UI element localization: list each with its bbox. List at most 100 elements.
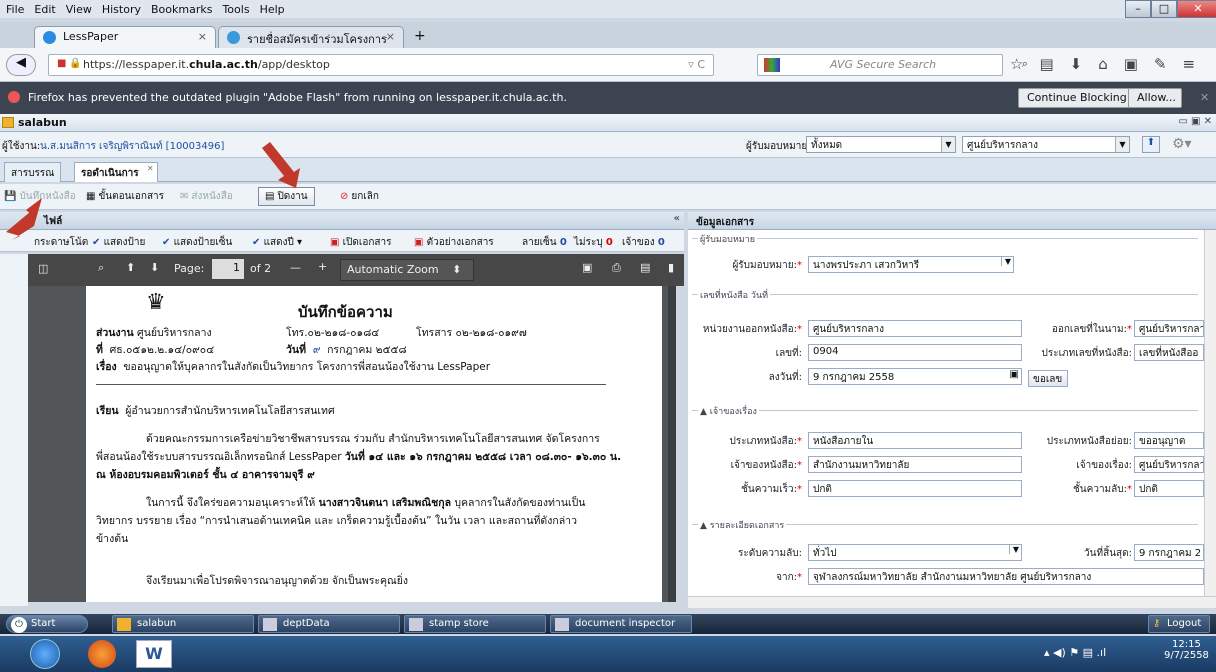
app-window-controls[interactable]: ▭ ▣ ✕ <box>1178 116 1212 127</box>
addon-icon[interactable]: ✎ <box>1154 55 1167 73</box>
menu-view[interactable]: View <box>66 3 92 16</box>
sticky-note-tool[interactable]: กระดาษโน้ต <box>34 235 88 250</box>
preview-document-tool[interactable]: ▣ ตัวอย่างเอกสาร <box>414 235 494 250</box>
system-tray-icons[interactable]: ▴ ◀) ⚑ ▤ .ıl <box>1044 646 1106 659</box>
previous-page-icon[interactable]: ⬆ <box>126 261 135 274</box>
zoom-select[interactable]: Automatic Zoom ⬍ <box>340 259 474 281</box>
browser-tab-registration[interactable]: รายชื่อสมัครเข้าร่วมโครงการพี่... × <box>218 26 404 64</box>
new-tab-button[interactable]: + <box>414 28 426 44</box>
show-signature-tool[interactable]: ✔ แสดงป้ายเซ็น <box>162 235 232 250</box>
urgency-field[interactable]: ปกติ <box>808 480 1022 497</box>
right-panel-scrollbar[interactable] <box>1204 230 1216 596</box>
taskbar-deptdata[interactable]: deptData <box>258 615 400 633</box>
close-job-button[interactable]: ▤ ปิดงาน <box>258 187 315 206</box>
download-icon[interactable]: ▤ <box>640 261 650 274</box>
reload-icon[interactable]: ▿ C <box>688 58 705 71</box>
folder-icon <box>117 618 131 631</box>
document-number-field[interactable]: 0904 <box>808 344 1022 361</box>
firefox-icon[interactable] <box>88 640 116 668</box>
show-label-tool[interactable]: ✔ แสดงป้าย <box>92 235 145 250</box>
taskbar-stamp-store[interactable]: stamp store <box>404 615 546 633</box>
bookmark-icon[interactable]: ▮ <box>668 261 674 274</box>
taskbar-salabun[interactable]: salabun <box>112 615 254 633</box>
url-bar[interactable]: ■ 🔒 https://lesspaper.it.chula.ac.th/app… <box>48 54 714 76</box>
issuer-field[interactable]: ศูนย์บริหารกลาง <box>808 320 1022 337</box>
secrecy-field[interactable]: ปกติ <box>1134 480 1204 497</box>
allow-button[interactable]: Allow... <box>1128 88 1182 108</box>
end-date-field[interactable]: 9 กรกฎาคม 2 <box>1134 544 1204 561</box>
page-number-input[interactable]: 1 <box>212 259 244 279</box>
search-field[interactable]: AVG Secure Search ⌕ <box>757 54 1028 76</box>
from-field[interactable]: จุฬาลงกรณ์มหาวิทยาลัย สำนักงานมหาวิทยาลั… <box>808 568 1204 585</box>
user-label: ผู้ใช้งาน: <box>2 141 41 152</box>
continue-blocking-button[interactable]: Continue Blocking <box>1018 88 1136 108</box>
issue-in-name-field[interactable]: ศูนย์บริหารกลาง <box>1134 320 1204 337</box>
logout-button[interactable]: ⚷ Logout <box>1148 615 1210 633</box>
menu-bookmarks[interactable]: Bookmarks <box>151 3 212 16</box>
maximize-button[interactable]: □ <box>1151 0 1177 18</box>
plugin-notification-bar: Firefox has prevented the outdated plugi… <box>0 82 1216 114</box>
presentation-icon[interactable]: ▣ <box>582 261 592 274</box>
windows-start-icon[interactable] <box>30 639 60 669</box>
pdf-scrollbar[interactable] <box>668 286 676 602</box>
plugin-message: Firefox has prevented the outdated plugi… <box>28 91 567 104</box>
show-year-tool[interactable]: ✔ แสดงปี ▾ <box>252 235 302 250</box>
horizontal-scrollbar[interactable] <box>688 596 1216 608</box>
document-date-field[interactable]: 9 กรกฎาคม 2558 ▣ <box>808 368 1022 385</box>
bookmark-star-icon[interactable]: ☆ <box>1010 55 1023 73</box>
clock[interactable]: 12:15 9/7/2558 <box>1164 639 1209 661</box>
word-icon[interactable]: W <box>136 640 172 668</box>
document-steps-button[interactable]: ▦ ขั้นตอนเอกสาร <box>86 189 164 204</box>
next-page-icon[interactable]: ⬇ <box>150 261 159 274</box>
get-number-button[interactable]: ขอเลข <box>1028 370 1068 387</box>
sidebar-toggle-icon[interactable]: ◫ <box>38 262 48 275</box>
browser-tab-lesspaper[interactable]: LessPaper × <box>34 26 216 48</box>
chevron-down-icon: ▼ <box>1115 137 1129 152</box>
power-icon: ⏻ <box>11 617 27 633</box>
open-document-tool[interactable]: ▣ เปิดเอกสาร <box>330 235 391 250</box>
start-button[interactable]: ⏻ Start <box>6 615 88 633</box>
document-type-field[interactable]: หนังสือภายใน <box>808 432 1022 449</box>
tab-pending[interactable]: รอดำเนินการ ✕ <box>74 162 158 182</box>
menu-history[interactable]: History <box>102 3 141 16</box>
zoom-in-button[interactable]: + <box>318 260 327 273</box>
assignee-field[interactable]: นางพรประภา เสวกวิหารี ▼ <box>808 256 1014 273</box>
close-tab-icon[interactable]: × <box>386 30 395 43</box>
memo-date: กรกฎาคม ๒๕๕๘ <box>327 344 407 356</box>
number-type-field[interactable]: เลขที่หนังสืออ <box>1134 344 1204 361</box>
taskbar-document-inspector[interactable]: document inspector <box>550 615 692 633</box>
secrecy-level-select[interactable]: ทั่วไป ▼ <box>808 544 1022 561</box>
home-icon[interactable]: ⌂ <box>1098 55 1108 73</box>
document-subtype-field[interactable]: ขออนุญาต <box>1134 432 1204 449</box>
menu-file[interactable]: File <box>6 3 24 16</box>
menu-icon[interactable]: ≡ <box>1183 55 1196 73</box>
send-document-button[interactable]: ✉ ส่งหนังสือ <box>180 189 233 204</box>
cancel-button[interactable]: ⊘ ยกเลิก <box>340 189 379 204</box>
site-identity-icon[interactable]: ■ <box>57 58 66 69</box>
upload-icon[interactable]: ⬆ <box>1142 136 1160 153</box>
unit-select[interactable]: ศูนย์บริหารกลาง ▼ <box>962 136 1130 153</box>
menu-tools[interactable]: Tools <box>222 3 249 16</box>
document-owner-field[interactable]: สำนักงานมหาวิทยาลัย <box>808 456 1022 473</box>
tab-saraban[interactable]: สารบรรณ <box>4 162 62 182</box>
downloads-icon[interactable]: ⬇ <box>1070 55 1083 73</box>
zoom-out-button[interactable]: — <box>290 261 301 274</box>
menu-edit[interactable]: Edit <box>34 3 55 16</box>
collapse-panel-icon[interactable]: « <box>674 213 680 224</box>
assignee-select[interactable]: ทั้งหมด ▼ <box>806 136 956 153</box>
file-tools-bar: กระดาษโน้ต ✔ แสดงป้าย ✔ แสดงป้ายเซ็น ✔ แ… <box>0 230 684 252</box>
gear-icon[interactable]: ⚙▾ <box>1172 136 1192 152</box>
print-icon[interactable]: ⎙ <box>612 261 621 275</box>
close-notification-icon[interactable]: ✕ <box>1200 91 1209 104</box>
back-icon[interactable]: ◀ <box>6 54 36 76</box>
minimize-button[interactable]: – <box>1125 0 1151 18</box>
matter-owner-field[interactable]: ศูนย์บริหารกลาง <box>1134 456 1204 473</box>
close-window-button[interactable]: ✕ <box>1177 0 1216 18</box>
pocket-icon[interactable]: ▣ <box>1124 55 1138 73</box>
close-tab-icon[interactable]: × <box>198 30 207 43</box>
page-count: of 2 <box>250 262 272 275</box>
find-icon[interactable]: ⌕ <box>98 261 104 275</box>
save-document-button[interactable]: 💾 บันทึกหนังสือ <box>4 189 76 204</box>
reading-list-icon[interactable]: ▤ <box>1039 55 1053 73</box>
menu-help[interactable]: Help <box>260 3 285 16</box>
